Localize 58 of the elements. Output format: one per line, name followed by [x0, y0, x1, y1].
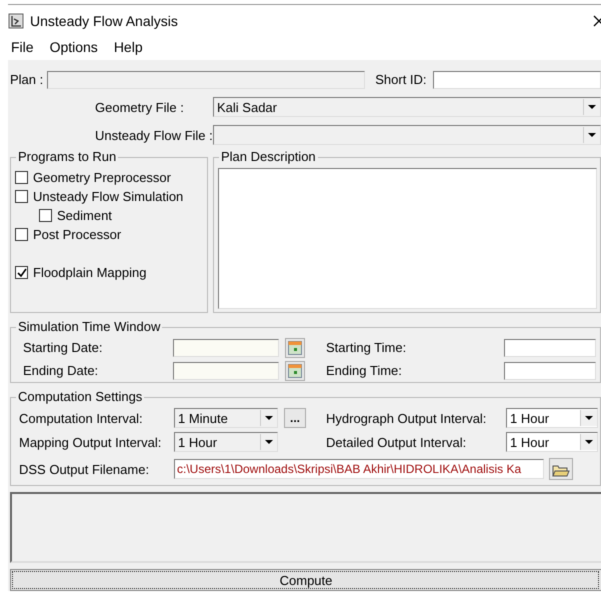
- menu-item[interactable]: Options: [50, 39, 98, 55]
- interval-dropdown[interactable]: 1 Hour: [174, 432, 278, 452]
- time-label: Ending Time:: [326, 363, 403, 378]
- open-folder-button[interactable]: [549, 458, 573, 480]
- time-field[interactable]: [504, 362, 596, 380]
- calendar-button[interactable]: [285, 360, 305, 381]
- dropdown-arrow-icon: [264, 439, 274, 446]
- menu-item[interactable]: File: [11, 39, 34, 55]
- group-title: Plan Description: [219, 148, 318, 164]
- dropdown-arrow-icon: [587, 104, 597, 110]
- checkbox[interactable]: [39, 208, 52, 222]
- date-label: Starting Date:: [23, 340, 104, 356]
- geometry-file-label: Geometry File :: [95, 100, 185, 115]
- window-title: Unsteady Flow Analysis: [30, 13, 179, 29]
- checkbox[interactable]: [15, 228, 28, 241]
- calendar-icon: [288, 340, 302, 355]
- app-icon: [8, 13, 24, 29]
- checkbox-label[interactable]: Post Processor: [33, 226, 122, 242]
- checkbox-label[interactable]: Floodplain Mapping: [33, 264, 146, 280]
- short-id-label: Short ID:: [375, 72, 427, 88]
- time-label: Starting Time:: [326, 340, 408, 356]
- date-label: Ending Date:: [23, 363, 100, 378]
- group-title: Simulation Time Window: [16, 319, 162, 334]
- unsteady-flow-file-dropdown[interactable]: [213, 125, 601, 146]
- dropdown-arrow-icon: [264, 415, 274, 422]
- compute-button[interactable]: Compute: [10, 569, 601, 591]
- dropdown-arrow-icon: [584, 415, 594, 422]
- interval-dropdown[interactable]: 1 Hour: [506, 432, 598, 452]
- dropdown-arrow-icon: [584, 439, 594, 446]
- date-field[interactable]: [173, 338, 279, 357]
- calendar-button[interactable]: [285, 338, 305, 358]
- group-title: Computation Settings: [16, 389, 144, 404]
- more-button[interactable]: ...: [284, 408, 306, 428]
- setting-label: Detailed Output Interval:: [326, 434, 468, 450]
- geometry-file-dropdown[interactable]: Kali Sadar: [213, 97, 601, 118]
- checkbox[interactable]: [15, 266, 28, 279]
- time-field[interactable]: [504, 338, 596, 357]
- setting-label: Computation Interval:: [19, 410, 144, 426]
- plan-label: Plan :: [10, 72, 44, 88]
- short-id-field[interactable]: [432, 70, 601, 89]
- menu-item[interactable]: Help: [114, 39, 143, 55]
- unsteady-flow-file-label: Unsteady Flow File :: [95, 128, 213, 143]
- setting-label: Mapping Output Interval:: [19, 434, 162, 450]
- checkmark-icon: [16, 268, 26, 277]
- checkbox-label[interactable]: Geometry Preprocessor: [33, 170, 171, 185]
- dss-output-field[interactable]: c:\Users\1\Downloads\Skripsi\BAB Akhir\HIDROLIKA\Analisis Ka: [174, 459, 544, 480]
- plan-field[interactable]: [47, 70, 366, 89]
- checkbox-label[interactable]: Sediment: [57, 208, 112, 223]
- setting-label: Hydrograph Output Interval:: [326, 410, 488, 426]
- interval-dropdown[interactable]: 1 Hour: [506, 408, 598, 428]
- dropdown-arrow-icon: [587, 132, 597, 138]
- interval-dropdown[interactable]: 1 Minute: [174, 408, 278, 428]
- checkbox[interactable]: [15, 170, 28, 184]
- calendar-icon: [288, 364, 302, 378]
- dss-output-label: DSS Output Filename:: [19, 462, 150, 477]
- checkbox[interactable]: [15, 190, 28, 203]
- checkbox-label[interactable]: Unsteady Flow Simulation: [33, 188, 184, 204]
- date-field[interactable]: [173, 362, 279, 380]
